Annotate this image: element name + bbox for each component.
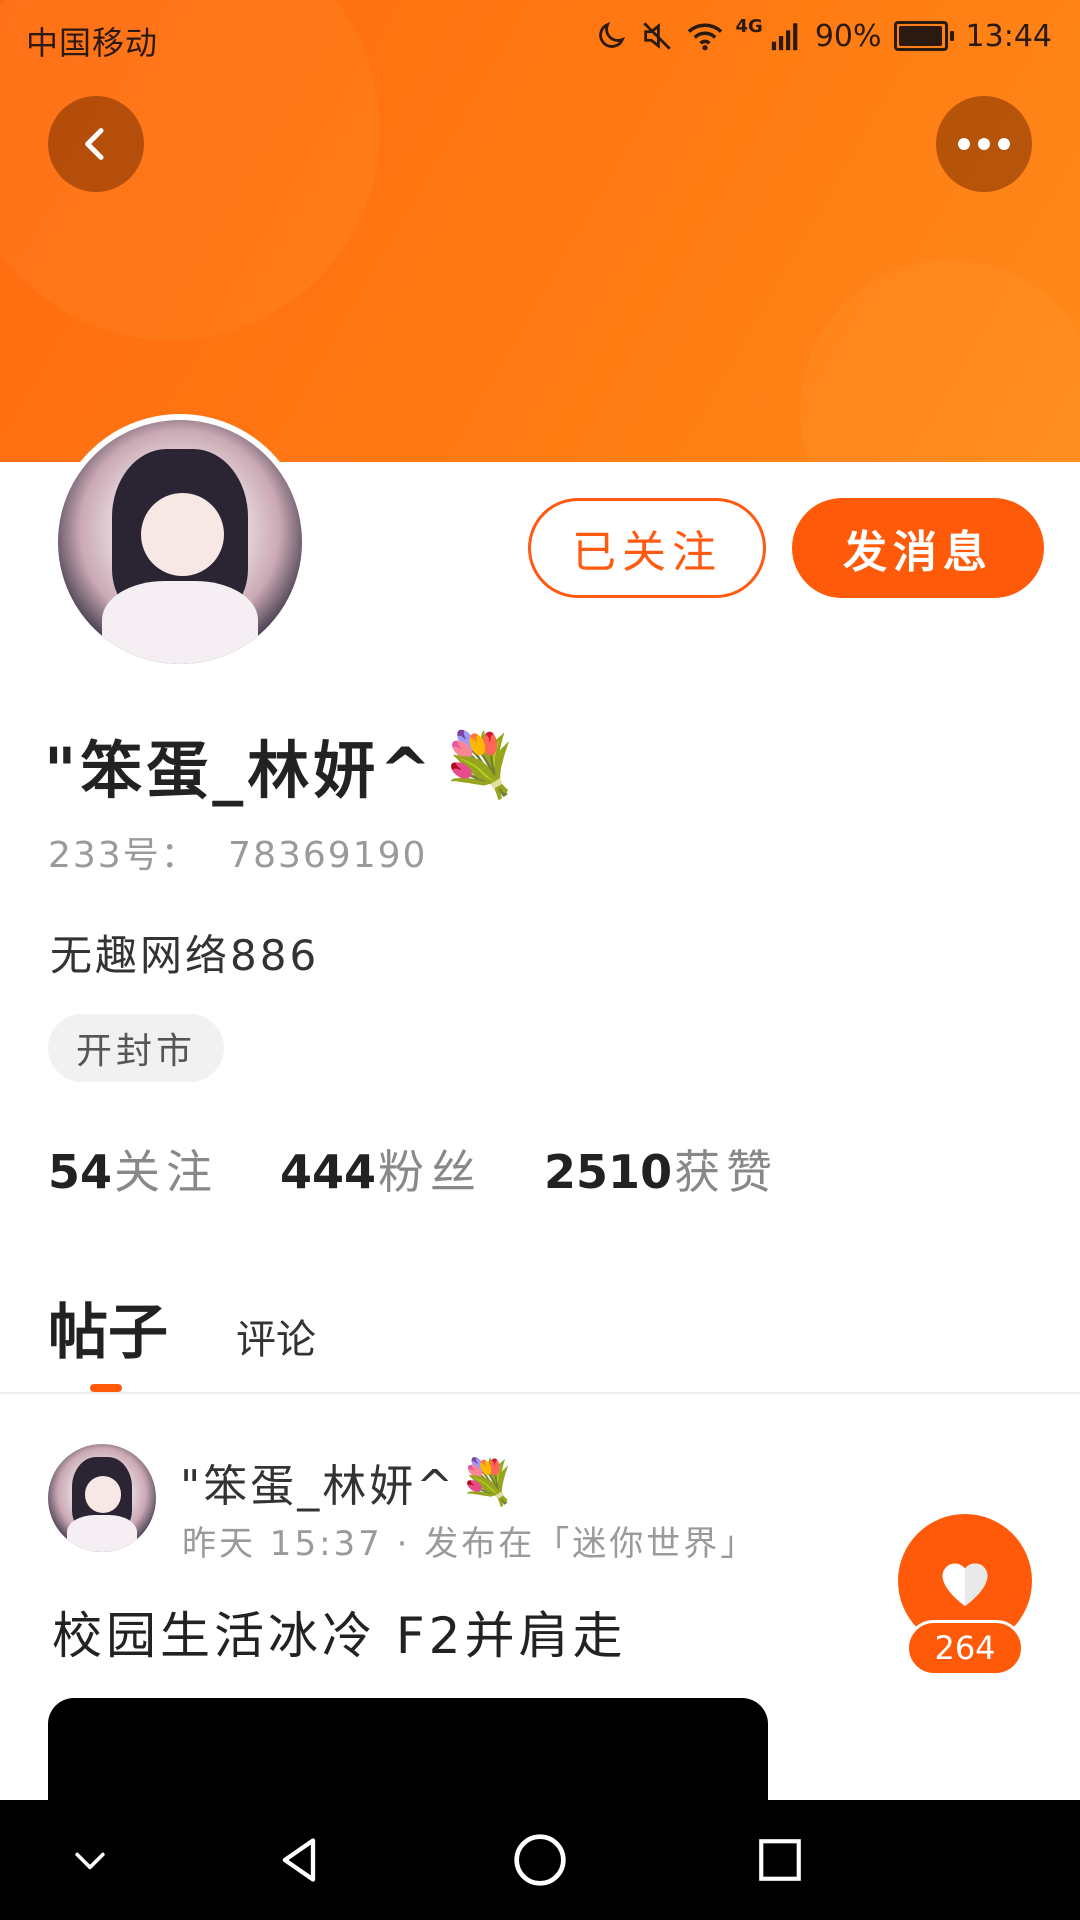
home-icon[interactable] [510,1830,570,1890]
profile-tabs: 帖子 评论 [48,1284,316,1371]
post-author-avatar[interactable] [48,1444,156,1552]
avatar-image [58,420,302,664]
followers-label: 粉丝 [378,1145,483,1199]
followed-button[interactable]: 已关注 [528,498,766,598]
following-stat[interactable]: 54 关注 [48,1136,218,1202]
send-message-button[interactable]: 发消息 [792,498,1044,598]
user-id: 233号： 78369190 [48,826,427,878]
status-bar: 中国移动 4G 90% 13:44 [0,0,1080,74]
followers-stat[interactable]: 444 粉丝 [280,1136,482,1202]
moon-icon [594,19,628,53]
signal-icon [769,19,803,53]
recents-icon[interactable] [750,1830,810,1890]
active-tab-indicator [90,1384,122,1392]
back-icon[interactable] [270,1830,330,1890]
following-count: 54 [48,1145,113,1199]
battery-icon [893,21,954,51]
banner-decoration [800,260,1080,462]
clock: 13:44 [965,18,1052,54]
user-id-value: 78369190 [228,835,428,876]
tabs-divider [0,1392,1080,1394]
tab-comments[interactable]: 评论 [236,1307,316,1365]
collapse-icon[interactable] [60,1830,120,1890]
chevron-left-icon [85,128,104,160]
followers-count: 444 [280,1145,377,1199]
profile-stats: 54 关注 444 粉丝 2510 获赞 [48,1136,840,1202]
mute-icon [640,19,674,53]
more-dots-icon [958,138,1010,150]
likes-received-count: 2510 [544,1145,673,1199]
back-button[interactable] [48,96,144,192]
location-tag: 开封市 [48,1014,225,1082]
username-text: "笨蛋_林妍^ [44,734,436,807]
post-author-name[interactable]: "笨蛋_林妍^ 💐 [180,1450,518,1514]
like-count: 264 [906,1620,1024,1676]
post-meta: 昨天 15:37 · 发布在「迷你世界」 [182,1524,758,1564]
network-type: 4G [735,15,763,37]
tab-posts[interactable]: 帖子 [48,1284,168,1371]
bouquet-emoji: 💐 [460,1457,518,1508]
profile-bio: 无趣网络886 [50,931,320,980]
more-options-button[interactable] [936,96,1032,192]
likes-received-label: 获赞 [674,1145,779,1199]
post-author-text: "笨蛋_林妍^ [180,1461,457,1512]
profile-username: "笨蛋_林妍^ 💐 [44,720,522,810]
system-nav-bar [0,1800,1080,1920]
heart-icon [942,1563,988,1606]
post-title[interactable]: 校园生活冰冷 F2并肩走 [52,1596,626,1668]
user-id-label: 233号： [48,835,199,876]
status-icons: 4G 90% 13:44 [594,16,1052,56]
profile-avatar[interactable] [52,414,308,670]
wifi-icon [686,19,724,53]
battery-percent: 90% [814,18,882,54]
following-label: 关注 [114,1145,219,1199]
carrier-name: 中国移动 [26,24,159,62]
bouquet-emoji: 💐 [441,728,523,801]
likes-stat: 2510 获赞 [544,1136,778,1202]
